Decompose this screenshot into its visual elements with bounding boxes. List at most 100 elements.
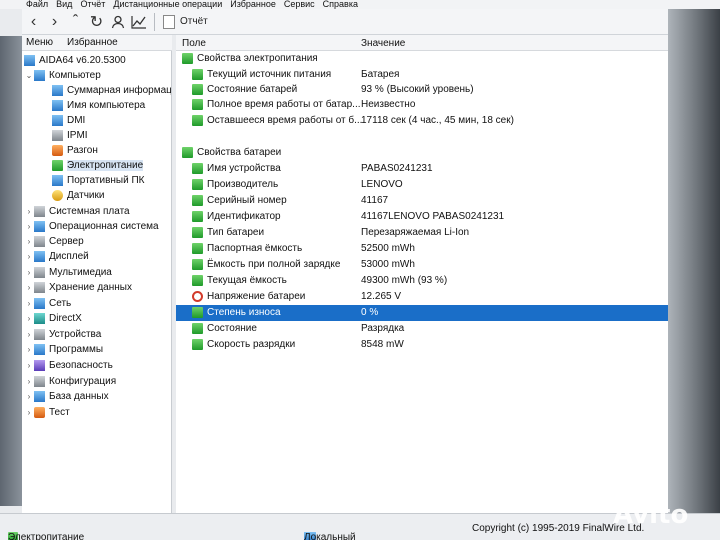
list-item[interactable]: Текущий источник питания Батарея [176,67,668,83]
list-item[interactable]: Состояние батарей 93 % (Высокий уровень) [176,82,668,98]
tree-item-computer-name[interactable]: Имя компьютера [52,98,145,113]
chevron-right-icon[interactable]: › [24,299,34,308]
voltage-icon [192,291,203,302]
list-item[interactable]: Напряжение батареи 12.265 V [176,289,668,305]
user-button[interactable] [108,12,127,32]
report-button[interactable]: Отчёт [163,14,208,29]
list-item[interactable]: Паспортная ёмкость 52500 mWh [176,241,668,257]
list-item[interactable]: Оставшееся время работы от б... 17118 се… [176,113,668,129]
chevron-right-icon[interactable]: › [24,345,34,354]
list-item[interactable]: Тип батареи Перезаряжаемая Li-Ion [176,225,668,241]
tree-item-multimedia[interactable]: › Мультимедиа [24,265,112,280]
status-middle-label: Локальный [304,532,356,540]
tree-item-motherboard[interactable]: › Системная плата [24,204,130,219]
chevron-right-icon[interactable]: › [24,222,34,231]
tree-item-label: Датчики [67,190,105,201]
up-button[interactable]: ˆ [66,12,85,32]
chevron-right-icon[interactable]: › [24,237,34,246]
menu-report[interactable]: Отчёт [80,0,105,9]
chevron-right-icon[interactable]: › [24,252,34,261]
column-field[interactable]: Поле [182,38,206,49]
section-header-power[interactable]: Свойства электропитания [176,51,668,67]
tree-item-power[interactable]: Электропитание [52,158,144,173]
chevron-right-icon[interactable]: › [24,283,34,292]
chevron-right-icon[interactable]: › [24,330,34,339]
forward-button[interactable]: › [45,12,64,32]
chevron-down-icon[interactable]: ⌄ [24,71,34,80]
list-item[interactable]: Скорость разрядки 8548 mW [176,337,668,353]
tree-root[interactable]: AIDA64 v6.20.5300 [24,53,126,68]
benchmark-button[interactable] [129,12,148,32]
tree-item-ipmi[interactable]: IPMI [52,128,88,143]
menu-view[interactable]: Вид [56,0,72,9]
tree-item-database[interactable]: › База данных [24,389,109,404]
list-item[interactable]: Идентификатор 41167LENOVO PABAS0241231 [176,209,668,225]
list-item[interactable]: Текущая ёмкость 49300 mWh (93 %) [176,273,668,289]
tree-item-label: Суммарная информация [67,85,172,96]
menu-remote[interactable]: Дистанционные операции [113,0,222,9]
tree-item-dmi[interactable]: DMI [52,113,85,128]
list-item[interactable]: Полное время работы от батар... Неизвест… [176,97,668,113]
tree-item-display[interactable]: › Дисплей [24,249,89,264]
overclock-icon [52,145,63,156]
tree-item-laptop[interactable]: Портативный ПК [52,173,144,188]
list-item[interactable]: Серийный номер 41167 [176,193,668,209]
list-item[interactable]: Ёмкость при полной зарядке 53000 mWh [176,257,668,273]
dmi-icon [52,115,63,126]
tree-item-computer[interactable]: ⌄ Компьютер [24,68,101,83]
menu-favorites[interactable]: Избранное [230,0,276,9]
menu-file[interactable]: Файл [26,0,48,9]
chevron-right-icon[interactable]: › [24,207,34,216]
tree-item-test[interactable]: › Тест [24,405,70,420]
list-item-selected[interactable]: Степень износа 0 % [176,305,668,321]
chevron-right-icon[interactable]: › [24,361,34,370]
section-header-battery[interactable]: Свойства батареи [176,145,668,161]
tree-item-sensors[interactable]: Датчики [52,188,104,203]
chevron-left-icon: ‹ [30,12,37,30]
tree-item-server[interactable]: › Сервер [24,234,84,249]
tree-item-programs[interactable]: › Программы [24,342,103,357]
chevron-right-icon[interactable]: › [24,268,34,277]
tree-item-network[interactable]: › Сеть [24,296,71,311]
column-value[interactable]: Значение [361,38,405,49]
tab-menu[interactable]: Меню [26,37,53,48]
battery-icon [192,307,203,318]
chevron-right-icon[interactable]: › [24,377,34,386]
battery-icon [192,99,203,110]
toolbar-separator [154,12,155,31]
back-button[interactable]: ‹ [24,12,43,32]
field-name: Серийный номер [207,195,287,206]
chevron-right-icon[interactable]: › [24,314,34,323]
menu-service[interactable]: Сервис [284,0,315,9]
field-value: 52500 mWh [361,243,415,254]
tree-item-label: Хранение данных [49,282,132,293]
tree-item-devices[interactable]: › Устройства [24,327,101,342]
tree-item-directx[interactable]: › DirectX [24,311,82,326]
list-item[interactable]: Производитель LENOVO [176,177,668,193]
tree-item-config[interactable]: › Конфигурация [24,374,116,389]
refresh-icon: ↻ [89,13,104,31]
tree-item-overclock[interactable]: Разгон [52,143,98,158]
menu-help[interactable]: Справка [323,0,358,9]
field-name: Скорость разрядки [207,339,296,350]
tree-item-label: Устройства [49,329,102,340]
tree-item-security[interactable]: › Безопасность [24,358,113,373]
chevron-right-icon[interactable]: › [24,408,34,417]
section-title: Свойства батареи [197,147,282,158]
refresh-button[interactable]: ↻ [87,12,106,32]
chevron-right-icon[interactable]: › [24,392,34,401]
field-value: Неизвестно [361,99,416,110]
list-item[interactable]: Имя устройства PABAS0241231 [176,161,668,177]
report-icon [163,14,175,29]
list-item[interactable]: Состояние Разрядка [176,321,668,337]
battery-icon [192,115,203,126]
tree-item-summary[interactable]: Суммарная информация [52,83,172,98]
chevron-up-icon: ˆ [72,12,79,30]
field-name: Идентификатор [207,211,281,222]
tree-item-storage[interactable]: › Хранение данных [24,280,132,295]
field-value: Перезаряжаемая Li-Ion [361,227,470,238]
field-name: Состояние батарей [207,84,298,95]
tree-item-os[interactable]: › Операционная система [24,219,159,234]
tree-item-label: IPMI [67,130,88,141]
tab-favorites[interactable]: Избранное [67,37,118,48]
